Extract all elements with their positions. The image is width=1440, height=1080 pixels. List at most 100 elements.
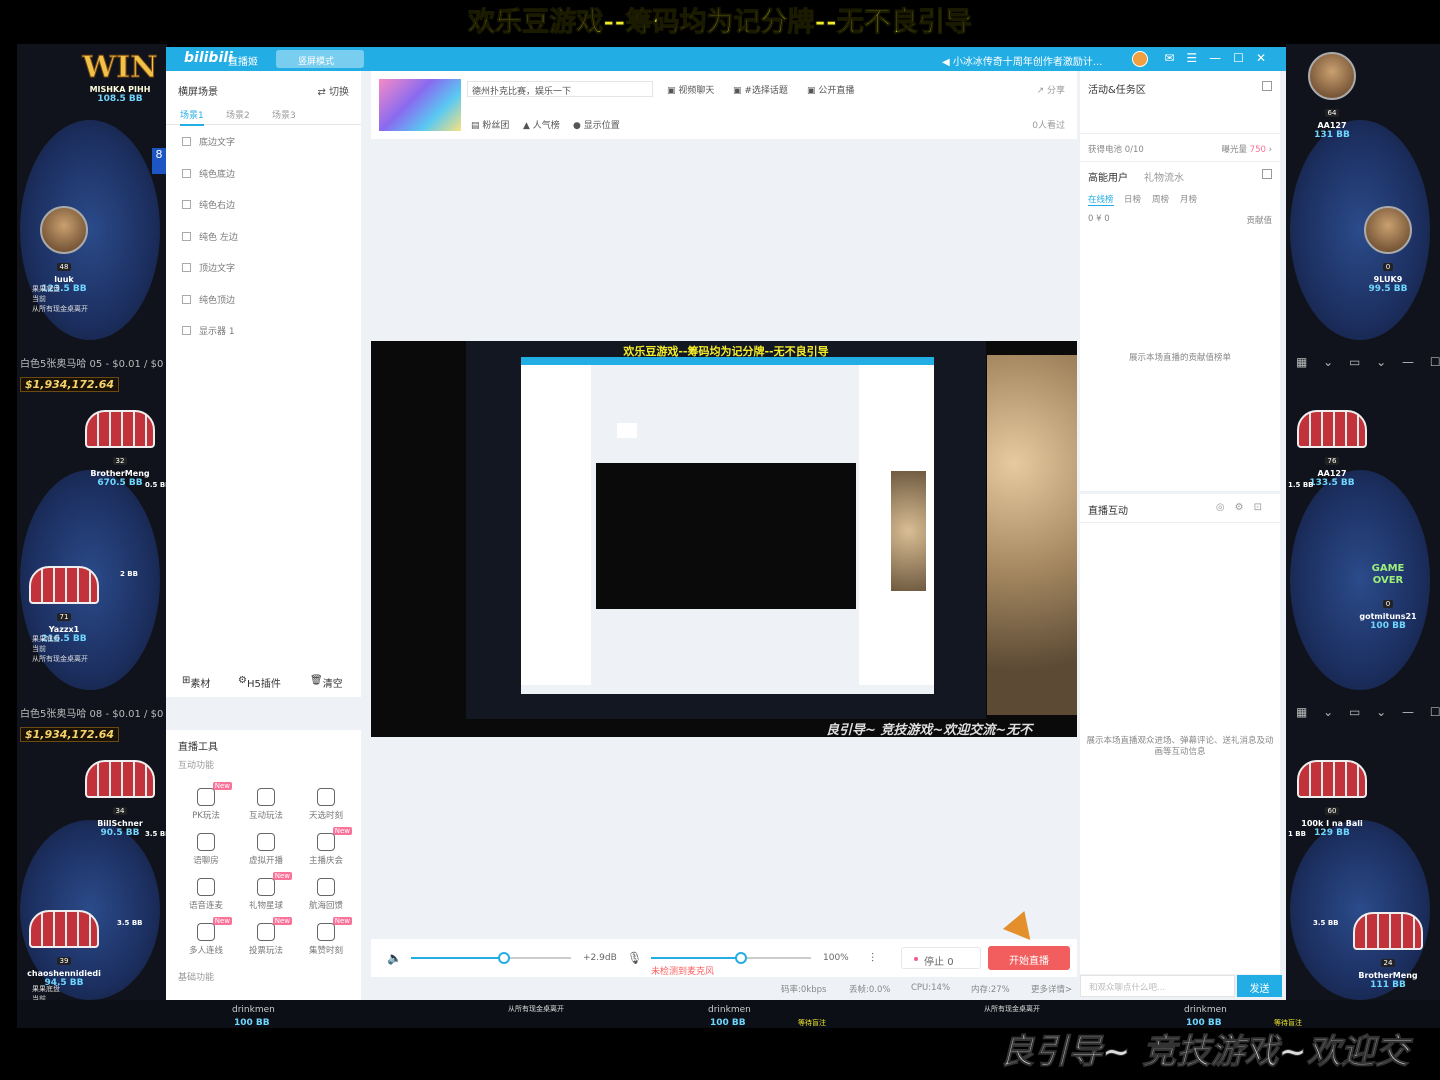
tab-scene-1[interactable]: 场景1 [180,108,204,126]
mic-percent: 100% [823,953,849,963]
announcement-text: 小冰冰传奇十周年创作者激励计... [952,57,1103,68]
new-badge: New [332,917,352,925]
expand-icon[interactable] [1262,81,1272,91]
glow-row[interactable]: 曝光量 750 › [1221,143,1272,155]
source-label: 显示器 1 [199,327,235,337]
stream-banner-bottom: 良引导~ 竞技游戏~欢迎交 [1000,1032,1409,1073]
player-seat: 76 AA127 133.5 BB [1292,410,1372,488]
tool-gift-planet[interactable]: New 礼物星球 [236,872,296,911]
mail-icon[interactable]: ✉ [1164,51,1186,65]
minimize-icon[interactable]: — [1209,51,1233,65]
jackpot-counter: $1,934,172.64 [20,727,120,742]
popularity-button[interactable]: ▲ 人气榜 [523,118,560,131]
mixer-icon[interactable]: ⫶ [871,951,874,966]
user-avatar[interactable] [1132,51,1148,67]
interaction-empty-text: 展示本场直播观众进场、弹幕评论、送礼消息及动画等互动信息 [1086,736,1274,757]
wait-blind-label: 等待盲注 [798,1019,826,1027]
source-item[interactable]: 纯色底边 [182,167,235,180]
material-button[interactable]: ⊞ 素材 [182,675,210,690]
material-label: 素材 [190,679,211,690]
table-window-controls[interactable]: ▦ ⌄ ▭ ⌄ — ☐ ✕ [1296,705,1440,719]
room-title-input[interactable]: 德州扑克比赛，娱乐一下 [467,81,653,97]
h5-label: H5插件 [246,679,281,690]
more-details-link[interactable]: 更多详情> [1031,983,1072,995]
send-button[interactable]: 发送 [1237,975,1282,997]
room-cover-image[interactable] [379,79,461,131]
subtab-monthly[interactable]: 月榜 [1180,193,1197,205]
show-location-button[interactable]: ● 显示位置 [573,118,620,131]
interaction-header: 直播互动 [1088,506,1128,517]
mic-slider-knob[interactable] [735,952,747,964]
tool-virtual-live[interactable]: 虚拟开播 [236,833,296,866]
tool-like-moment[interactable]: New 集赞时刻 [296,917,356,956]
source-item[interactable]: 底边文字 [182,135,235,148]
source-item[interactable]: 显示器 1 [182,324,235,337]
tool-celebration[interactable]: New 主播庆会 [296,827,356,866]
tool-pk[interactable]: New PK玩法 [176,782,236,821]
announcement-link[interactable]: ◀ 小冰冰传奇十周年创作者激励计... [942,53,1102,68]
nested-preview [596,463,856,609]
note: 从所有现金桌离开 [32,305,88,313]
menu-icon[interactable]: ☰ [1186,51,1209,65]
topic-button[interactable]: ▣ #选择话题 [733,83,788,96]
tool-vote[interactable]: New 投票玩法 [236,917,296,956]
maximize-icon[interactable]: ☐ [1233,51,1256,65]
tool-multi-link[interactable]: New 多人连线 [176,917,236,956]
table-window-controls[interactable]: ▦ ⌄ ▭ ⌄ — ☐ ✕ [1296,355,1440,369]
tab-gift-flow[interactable]: 礼物流水 [1144,169,1184,184]
portrait-mode-toggle[interactable]: 竖屏模式 [276,50,364,68]
player-bb: 100 BB [234,1018,270,1028]
close-icon[interactable]: ✕ [1256,51,1278,65]
h5-plugin-button[interactable]: ⚙ H5插件 [238,675,281,690]
tab-scene-3[interactable]: 场景3 [272,108,296,121]
source-label: 底边文字 [199,138,236,148]
room-info-panel: 德州扑克比赛，娱乐一下 ▣ 视频聊天 ▣ #选择话题 ▣ 公开直播 ↗ 分享 ▤… [371,71,1077,139]
live-streaming-app-window: bilibili 直播姬 竖屏模式 ◀ 小冰冰传奇十周年创作者激励计... ✉☰… [166,47,1286,1000]
tab-high-energy-users[interactable]: 高能用户 [1088,169,1128,184]
subtab-weekly[interactable]: 周榜 [1152,193,1169,205]
stream-preview[interactable]: 欢乐豆游戏--筹码均为记分牌--无不良引导 良引导~ 竞技游戏~欢迎交流~无不 [371,341,1077,737]
interactive-section-label: 互动功能 [178,761,215,771]
player-name: BillSchner [97,819,143,828]
clear-button[interactable]: 🗑 清空 [310,675,343,690]
chat-input[interactable]: 和观众聊点什么吧... [1080,975,1235,997]
subtab-online[interactable]: 在线榜 [1088,193,1114,206]
danmaku-icon[interactable]: ◎ [1216,502,1235,513]
speaker-slider-fill [411,957,504,959]
tool-lottery[interactable]: 天选时刻 [296,788,356,821]
microphone-icon[interactable]: 🎙 [627,951,642,965]
video-chat-button[interactable]: ▣ 视频聊天 [667,83,714,96]
window-buttons: ✉☰—☐✕ [1164,51,1278,65]
avatar [1308,52,1356,100]
fan-club-button[interactable]: ▤ 粉丝团 [471,118,509,131]
user-count: 0 ¥ 0 [1088,214,1110,224]
source-item[interactable]: 纯色顶边 [182,293,235,306]
subtab-daily[interactable]: 日榜 [1124,193,1141,205]
expand-icon[interactable] [1262,169,1272,179]
player-name: chaoshennidiedi [27,969,101,978]
source-item[interactable]: 纯色 左边 [182,230,238,243]
tool-interactive-play[interactable]: 互动玩法 [236,788,296,821]
source-item[interactable]: 顶边文字 [182,261,235,274]
public-live-button[interactable]: ▣ 公开直播 [807,83,854,96]
card-fan [85,760,155,798]
speaker-slider-knob[interactable] [498,952,510,964]
tool-voice-link[interactable]: 语音连麦 [176,878,236,911]
interaction-toolbar: ◎⚙⊡ [1216,502,1272,513]
seat-badge: 32 [112,457,128,465]
start-live-button[interactable]: 开始直播 [988,946,1070,970]
tab-scene-2[interactable]: 场景2 [226,108,250,121]
tool-voice-room[interactable]: 语聊房 [176,833,236,866]
speaker-icon[interactable]: 🔈 [387,951,402,965]
table-title: 白色5张奥马哈 05 - $0.01 / $0 [20,359,164,370]
action-label: 显示位置 [583,121,620,131]
settings-icon[interactable]: ⚙ [1235,502,1254,513]
switch-button[interactable]: ⇄ 切换 [317,83,349,98]
source-item[interactable]: 纯色右边 [182,198,235,211]
share-button[interactable]: ↗ 分享 [1037,83,1065,96]
seat-badge: 0 [1382,263,1394,271]
tool-voyage-reward[interactable]: 航海回馈 [296,878,356,911]
stop-button[interactable]: 停止 0 [901,947,981,969]
planet-icon [257,878,275,896]
expand-icon[interactable]: ⊡ [1254,502,1272,513]
